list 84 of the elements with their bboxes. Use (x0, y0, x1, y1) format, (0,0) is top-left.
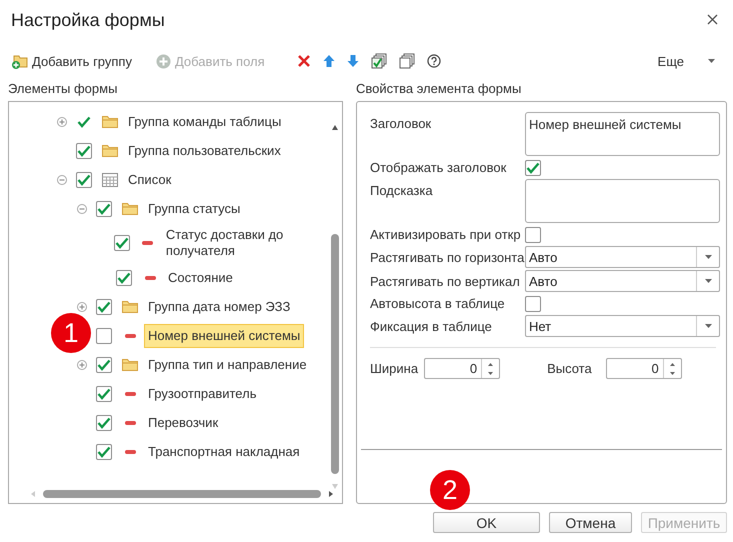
folder-icon (122, 202, 138, 215)
close-icon[interactable] (707, 14, 718, 24)
tree-item[interactable]: Статус доставки до получателя (162, 223, 327, 263)
dropdown-field[interactable]: Авто (525, 246, 720, 268)
table-icon (102, 172, 118, 186)
folder-icon (122, 300, 138, 313)
spinner-icon[interactable] (487, 360, 494, 376)
property-label: Заголовок (370, 115, 432, 131)
tree-item[interactable]: Группа статусы (144, 196, 244, 220)
tree-item[interactable]: Грузоотправитель (144, 382, 260, 406)
add-group-button[interactable]: Добавить группу (11, 54, 132, 68)
tree-item[interactable]: Номер внешней системы (144, 324, 304, 348)
expander-icon[interactable] (77, 204, 87, 214)
checkbox[interactable] (96, 200, 112, 216)
property-label: Растягивать по горизонта (370, 250, 525, 264)
folder-plus-icon (11, 54, 28, 68)
checkbox[interactable] (96, 444, 112, 460)
property-label: Растягивать по вертикал (370, 274, 521, 288)
checkbox[interactable] (76, 142, 92, 158)
expander-icon[interactable] (77, 360, 87, 370)
more-button[interactable]: Еще (658, 54, 684, 68)
property-label: Высота (547, 361, 592, 376)
checkbox[interactable] (525, 160, 541, 176)
window-title: Настройка формы (11, 10, 166, 30)
caret-icon[interactable] (704, 279, 712, 283)
step-badge: 1 (51, 313, 91, 353)
checkbox[interactable] (525, 226, 541, 242)
expander-icon[interactable] (77, 302, 87, 312)
field-icon (144, 276, 156, 280)
panel-title: Свойства элемента формы (356, 81, 522, 98)
dropdown-field[interactable]: Авто (525, 270, 720, 292)
folder-icon (122, 358, 138, 371)
text-field[interactable] (525, 179, 720, 223)
up-arrow-icon[interactable] (322, 54, 335, 68)
field-icon (142, 241, 154, 245)
expander-icon[interactable] (57, 174, 67, 184)
down-arrow-icon[interactable] (346, 54, 359, 68)
field-icon (124, 420, 136, 424)
field-icon (124, 450, 136, 454)
folder-icon (102, 144, 118, 157)
checkbox[interactable] (96, 356, 112, 372)
caret-icon[interactable] (704, 255, 712, 259)
checkbox[interactable] (96, 386, 112, 402)
property-label: Отображать заголовок (370, 160, 508, 175)
field-icon (124, 392, 136, 396)
caret-icon[interactable] (704, 324, 712, 328)
checkbox[interactable] (96, 298, 112, 314)
panel-title: Элементы формы (8, 81, 118, 98)
checkbox[interactable] (76, 172, 92, 188)
tree-item[interactable]: Транспортная накладная (144, 440, 304, 464)
caret-icon[interactable] (708, 59, 715, 63)
tree-item[interactable]: Группа пользовательских (124, 138, 285, 162)
checkbox[interactable] (96, 328, 112, 344)
number-field[interactable]: 0 (424, 358, 500, 379)
tree-item[interactable]: Группа команды таблицы (124, 110, 286, 134)
uncheck-all-icon[interactable] (398, 53, 415, 69)
dropdown-field[interactable]: Нет (525, 315, 720, 337)
spinner-icon[interactable] (668, 360, 676, 376)
plus-icon (156, 54, 171, 68)
tree-item[interactable]: Перевозчик (144, 410, 222, 434)
tree-item[interactable]: Группа дата номер ЭЗЗ (144, 294, 294, 318)
property-label: Ширина (370, 361, 418, 376)
text-field[interactable]: Номер внешней системы (525, 112, 720, 156)
tree-item[interactable]: Группа тип и направление (144, 352, 311, 376)
property-label: Автовысота в таблице (370, 296, 506, 311)
expander-icon[interactable] (57, 116, 67, 126)
folder-icon (102, 115, 118, 128)
dialog-button[interactable]: Отмена (549, 512, 632, 533)
property-label: Активизировать при откр (370, 227, 522, 242)
step-badge: 2 (430, 470, 470, 510)
checkbox[interactable] (525, 296, 541, 312)
dialog-button[interactable]: OK (433, 512, 540, 533)
help-icon[interactable] (426, 54, 441, 68)
checkbox[interactable] (96, 414, 112, 430)
delete-icon[interactable] (296, 54, 311, 68)
property-label: Фиксация в таблице (370, 318, 493, 334)
tree-item[interactable]: Состояние (164, 266, 237, 290)
checkbox[interactable] (114, 235, 130, 251)
check-all-icon[interactable] (370, 53, 387, 69)
number-field[interactable]: 0 (606, 358, 682, 379)
checkbox[interactable] (116, 270, 132, 286)
tree-item[interactable]: Список (124, 168, 176, 192)
field-icon (124, 334, 136, 338)
property-label: Подсказка (370, 182, 434, 198)
